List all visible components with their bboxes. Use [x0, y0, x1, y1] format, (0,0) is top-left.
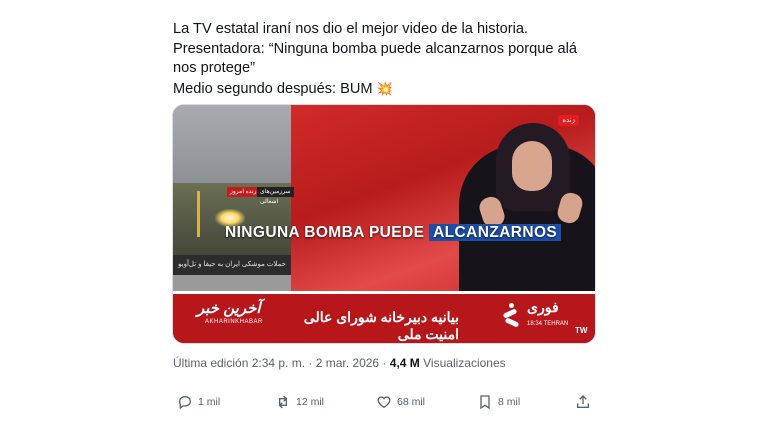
breaking-news-icon [502, 303, 520, 329]
edited-timestamp[interactable]: Última edición 2:34 p. m. · 2 mar. 2026 … [173, 356, 386, 370]
live-badge: زنده [558, 115, 579, 126]
ticker-divider [173, 291, 595, 294]
news-ticker-bar: آخرین خبر AKHARINKHABAR بیانیه دبیرخانه … [173, 291, 595, 343]
heart-icon [377, 396, 391, 409]
reply-icon [178, 395, 192, 410]
inset-caption: حملات موشکی ایران به حیفا و تل‌آویو [173, 255, 291, 275]
inset-tag-live: زنده امروز [227, 187, 260, 197]
like-count: 68 mil [397, 396, 426, 408]
bookmark-count: 8 mil [498, 396, 521, 408]
ticker-headline: بیانیه دبیرخانه شورای عالی امنیت ملی [303, 309, 459, 342]
repost-button[interactable]: 12 mil [275, 392, 324, 412]
tw-watermark: TW [575, 326, 588, 335]
bookmark-icon [480, 395, 490, 410]
video-player[interactable]: زنده امروز سرزمین‌های اشغالی حملات موشکی… [172, 104, 596, 344]
inset-sky [173, 105, 291, 183]
bookmark-button[interactable]: 8 mil [477, 392, 520, 412]
repost-icon [278, 395, 288, 409]
tweet-line-3: Medio segundo después: BUM 💥 [173, 79, 603, 100]
tweet-line-2: Presentadora: “Ninguna bomba puede alcan… [173, 40, 578, 77]
reply-button[interactable]: 1 mil [177, 392, 220, 412]
share-button[interactable] [575, 392, 596, 412]
repost-count: 12 mil [296, 396, 325, 408]
views-label: Visualizaciones [423, 356, 506, 370]
tweet-line-3-text: Medio segundo después: BUM [173, 80, 373, 97]
caption-part2: ALCANZARNOS [429, 224, 562, 241]
studio-background [291, 105, 595, 291]
channel-logo: آخرین خبر [197, 300, 261, 317]
breaking-news-time: 18:34 TEHRAN [527, 321, 569, 327]
breaking-news-label: فوری [527, 299, 559, 315]
channel-logo-sub: AKHARINKHABAR [205, 319, 263, 325]
inset-tag-location: سرزمین‌های اشغالی [257, 187, 294, 205]
inset-pole [197, 191, 200, 237]
presenter-face [512, 141, 552, 191]
like-button[interactable]: 68 mil [376, 392, 425, 412]
tweet-actions: 1 mil 12 mil 68 mil 8 mil [173, 392, 593, 412]
caption-part1: NINGUNA BOMBA PUEDE [225, 224, 425, 241]
tweet-meta: Última edición 2:34 p. m. · 2 mar. 2026 … [173, 356, 506, 370]
views-count: 4,4 M [389, 356, 420, 370]
tweet-line-1: La TV estatal iraní nos dio el mejor vid… [173, 21, 529, 37]
breaking-news-block: فوری 18:34 TEHRAN TW [502, 299, 591, 337]
tweet-text: La TV estatal iraní nos dio el mejor vid… [173, 20, 603, 99]
share-icon [577, 395, 589, 408]
video-caption: NINGUNA BOMBA PUEDE ALCANZARNOS [225, 222, 562, 244]
inset-panel: زنده امروز سرزمین‌های اشغالی حملات موشکی… [173, 105, 294, 291]
reply-count: 1 mil [198, 396, 221, 408]
collision-emoji-icon: 💥 [376, 80, 393, 96]
